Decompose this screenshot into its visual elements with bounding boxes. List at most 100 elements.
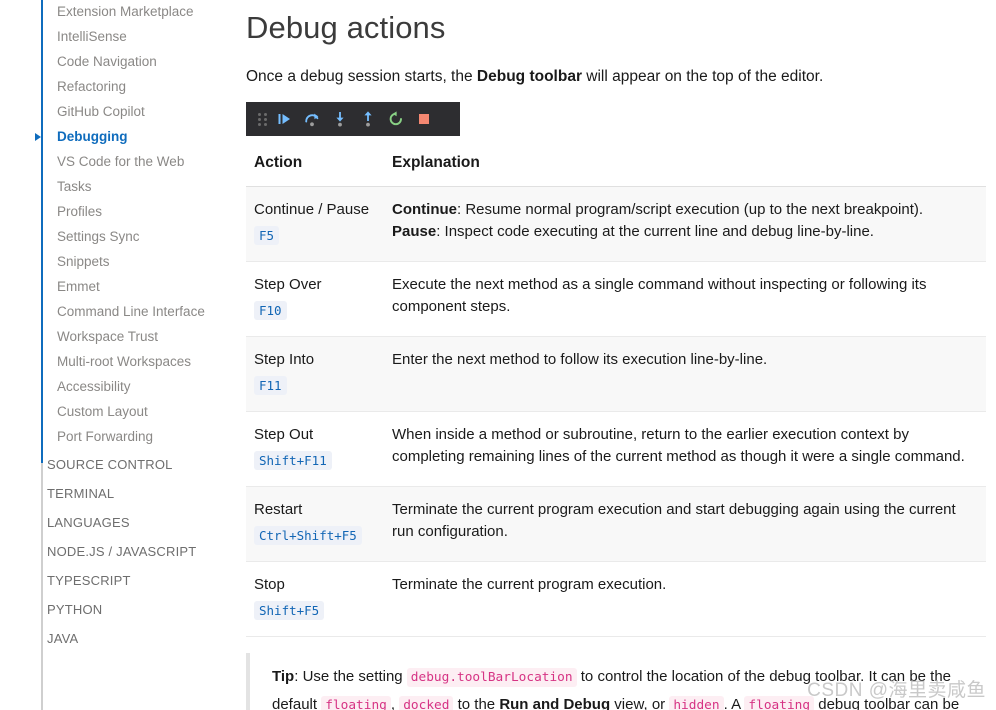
action-label: Stop: [254, 576, 285, 593]
sidebar-section-java[interactable]: JAVA: [0, 624, 240, 653]
sidebar-item-label: Multi-root Workspaces: [57, 354, 191, 369]
sidebar-section-label: LANGUAGES: [47, 515, 130, 530]
sidebar-item-label: Profiles: [57, 204, 102, 219]
explanation-text: : Inspect code executing at the current …: [436, 223, 874, 240]
explanation-text: Enter the next method to follow its exec…: [392, 351, 767, 368]
sidebar-item-emmet[interactable]: Emmet: [0, 275, 240, 300]
restart-icon[interactable]: [382, 105, 410, 133]
action-explanation-cell: Execute the next method as a single comm…: [384, 262, 986, 337]
keyboard-shortcut: Shift+F11: [254, 451, 332, 470]
sidebar-item-label: Port Forwarding: [57, 429, 153, 444]
action-name-cell: Restart Ctrl+Shift+F5: [246, 487, 384, 562]
intro-text-pre: Once a debug session starts, the: [246, 68, 477, 85]
page-root: Extension MarketplaceIntelliSense Code Na…: [0, 0, 996, 710]
intro-text-post: will appear on the top of the editor.: [582, 68, 823, 85]
drag-handle-icon[interactable]: [254, 105, 270, 133]
action-name-cell: Stop Shift+F5: [246, 562, 384, 637]
column-header-action: Action: [246, 150, 384, 187]
sidebar-item-label: Code Navigation: [57, 54, 157, 69]
sidebar-item-label: VS Code for the Web: [57, 154, 184, 169]
sidebar-item-label: Custom Layout: [57, 404, 148, 419]
sidebar-item-refactoring[interactable]: Refactoring: [0, 75, 240, 100]
debug-toolbar-image: [246, 102, 460, 136]
sidebar-item-extension-marketplace[interactable]: Extension Marketplace: [0, 0, 240, 25]
action-name-cell: Step IntoF11: [246, 337, 384, 412]
active-marker-icon: [35, 133, 41, 141]
explanation-text: When inside a method or subroutine, retu…: [392, 426, 965, 465]
intro-text-bold: Debug toolbar: [477, 68, 582, 85]
tip-callout: Tip: Use the setting debug.toolBarLocati…: [246, 653, 986, 710]
tip-code-hidden: hidden: [669, 696, 723, 710]
tip-seg-3: ,: [391, 696, 399, 710]
sidebar-item-label: Workspace Trust: [57, 329, 158, 344]
sidebar-item-custom-layout[interactable]: Custom Layout: [0, 400, 240, 425]
action-name-cell: Continue / PauseF5: [246, 187, 384, 262]
sidebar-section-label: NODE.JS / JAVASCRIPT: [47, 544, 196, 559]
sidebar-section-label: TYPESCRIPT: [47, 573, 131, 588]
sidebar-item-multi-root-workspaces[interactable]: Multi-root Workspaces: [0, 350, 240, 375]
sidebar-item-label: Refactoring: [57, 79, 126, 94]
sidebar-section-label: PYTHON: [47, 602, 102, 617]
sidebar-item-snippets[interactable]: Snippets: [0, 250, 240, 275]
step-over-icon[interactable]: [298, 105, 326, 133]
sidebar-section-python[interactable]: PYTHON: [0, 595, 240, 624]
sidebar-item-github-copilot[interactable]: GitHub Copilot: [0, 100, 240, 125]
sidebar-item-vs-code-for-the-web[interactable]: VS Code for the Web: [0, 150, 240, 175]
action-label: Step Out: [254, 426, 313, 443]
sidebar-section-languages[interactable]: LANGUAGES: [0, 508, 240, 537]
table-header-row: Action Explanation: [246, 150, 986, 187]
keyboard-shortcut: F11: [254, 376, 287, 395]
tip-seg-4: to the: [453, 696, 499, 710]
keyboard-shortcut: Ctrl+Shift+F5: [254, 526, 362, 545]
action-explanation-cell: Enter the next method to follow its exec…: [384, 337, 986, 412]
tip-code-floating-1: floating: [321, 696, 391, 710]
action-explanation-cell: Terminate the current program execution …: [384, 487, 986, 562]
sidebar-section-terminal[interactable]: TERMINAL: [0, 479, 240, 508]
explanation-text: Execute the next method as a single comm…: [392, 276, 926, 315]
action-label: Restart: [254, 501, 302, 518]
sidebar-item-label: Settings Sync: [57, 229, 140, 244]
sidebar: Extension MarketplaceIntelliSense Code Na…: [0, 0, 240, 710]
tip-code-docked: docked: [399, 696, 453, 710]
explanation-term: Pause: [392, 223, 436, 240]
intro-paragraph: Once a debug session starts, the Debug t…: [246, 66, 986, 88]
sidebar-section-source-control[interactable]: SOURCE CONTROL: [0, 450, 240, 479]
sidebar-item-label: GitHub Copilot: [57, 104, 145, 119]
sidebar-item-intellisense[interactable]: IntelliSense: [0, 25, 240, 50]
action-explanation-cell: Continue: Resume normal program/script e…: [384, 187, 986, 262]
column-header-explanation: Explanation: [384, 150, 986, 187]
sidebar-item-tasks[interactable]: Tasks: [0, 175, 240, 200]
sidebar-item-label: Debugging: [57, 129, 128, 144]
sidebar-item-label: Accessibility: [57, 379, 131, 394]
sidebar-section-label: SOURCE CONTROL: [47, 457, 173, 472]
explanation-text: Terminate the current program execution …: [392, 501, 956, 540]
sidebar-item-command-line-interface[interactable]: Command Line Interface: [0, 300, 240, 325]
page-title: Debug actions: [246, 8, 986, 48]
action-label: Step Over: [254, 276, 322, 293]
table-row: Stop Shift+F5 Terminate the current progra…: [246, 562, 986, 637]
tip-seg-5: view, or: [610, 696, 669, 710]
sidebar-item-accessibility[interactable]: Accessibility: [0, 375, 240, 400]
keyboard-shortcut: F5: [254, 226, 279, 245]
table-row: Restart Ctrl+Shift+F5 Terminate the curren…: [246, 487, 986, 562]
action-name-cell: Step Over F10: [246, 262, 384, 337]
sidebar-item-code-navigation[interactable]: Code Navigation: [0, 50, 240, 75]
step-out-icon[interactable]: [354, 105, 382, 133]
sidebar-item-debugging[interactable]: Debugging: [0, 125, 240, 150]
sidebar-item-profiles[interactable]: Profiles: [0, 200, 240, 225]
tip-code-toolbarlocation: debug.toolBarLocation: [407, 668, 577, 687]
step-into-icon[interactable]: [326, 105, 354, 133]
sidebar-section-node-js-javascript[interactable]: NODE.JS / JAVASCRIPT: [0, 537, 240, 566]
sidebar-section-typescript[interactable]: TYPESCRIPT: [0, 566, 240, 595]
sidebar-item-workspace-trust[interactable]: Workspace Trust: [0, 325, 240, 350]
continue-pause-icon[interactable]: [270, 105, 298, 133]
explanation-term: Continue: [392, 201, 457, 218]
sidebar-item-label: Snippets: [57, 254, 110, 269]
keyboard-shortcut: F10: [254, 301, 287, 320]
sidebar-item-settings-sync[interactable]: Settings Sync: [0, 225, 240, 250]
explanation-text: Terminate the current program execution.: [392, 576, 666, 593]
sidebar-item-port-forwarding[interactable]: Port Forwarding: [0, 425, 240, 450]
stop-icon[interactable]: [410, 105, 438, 133]
keyboard-shortcut: Shift+F5: [254, 601, 324, 620]
sidebar-section-label: JAVA: [47, 631, 78, 646]
